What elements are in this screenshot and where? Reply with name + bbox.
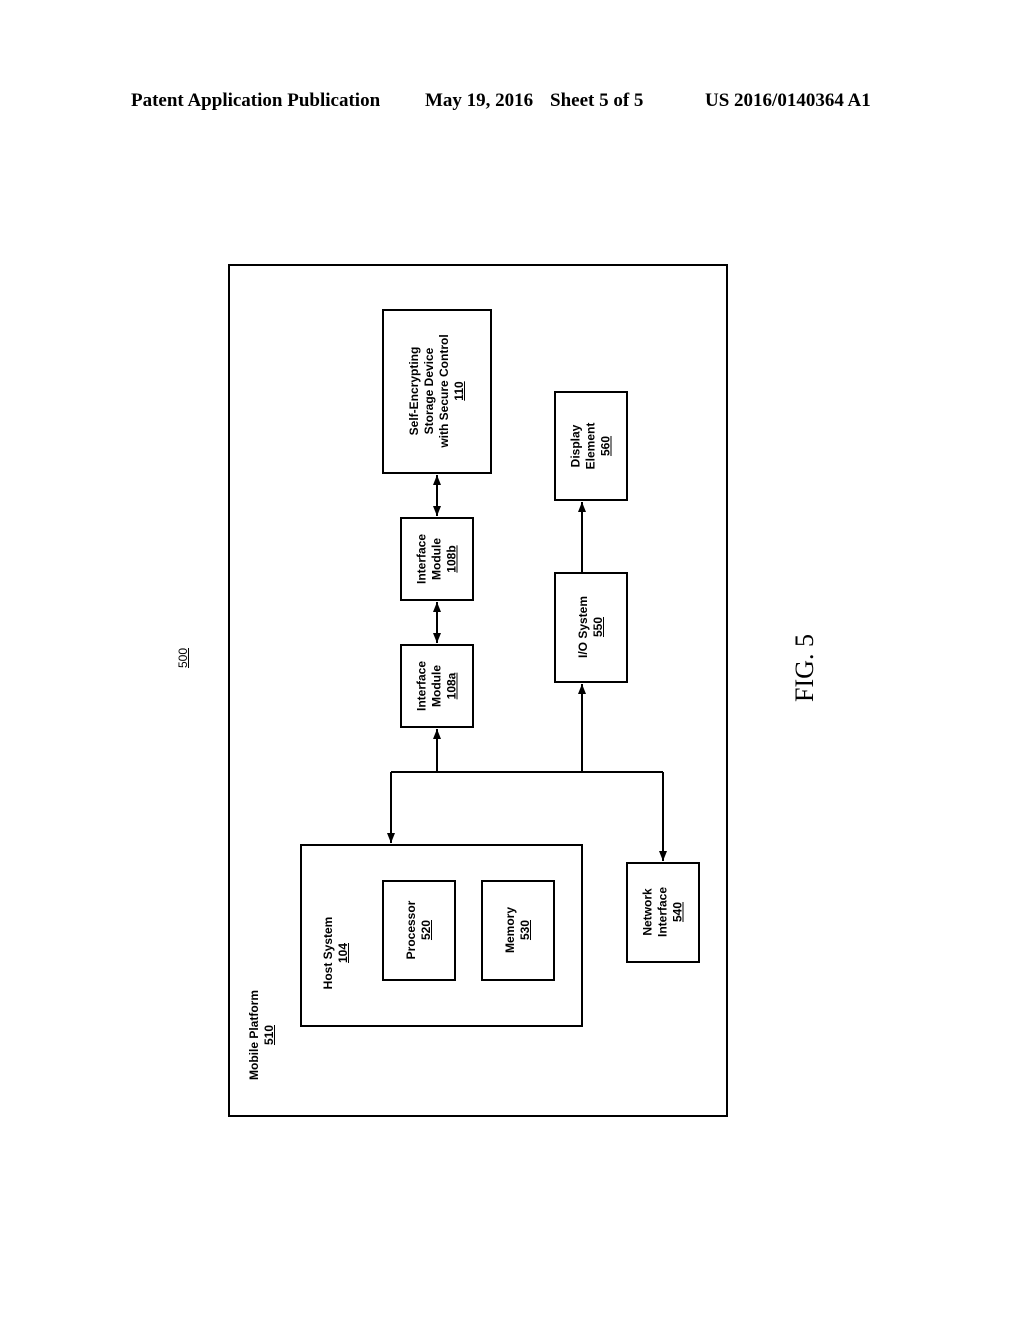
- interface-b-upper-arrowhead: [433, 506, 441, 516]
- host-arrowhead: [387, 833, 395, 843]
- display-arrowhead: [578, 502, 586, 512]
- interface-b-lower-arrowhead: [433, 602, 441, 612]
- interface-a-arrowhead: [433, 729, 441, 739]
- network-arrowhead: [659, 851, 667, 861]
- storage-arrowhead: [433, 475, 441, 485]
- interface-a-upper-arrowhead: [433, 633, 441, 643]
- figure-label: FIG. 5: [790, 634, 819, 702]
- connector-layer: [387, 475, 667, 861]
- io-arrowhead: [578, 684, 586, 694]
